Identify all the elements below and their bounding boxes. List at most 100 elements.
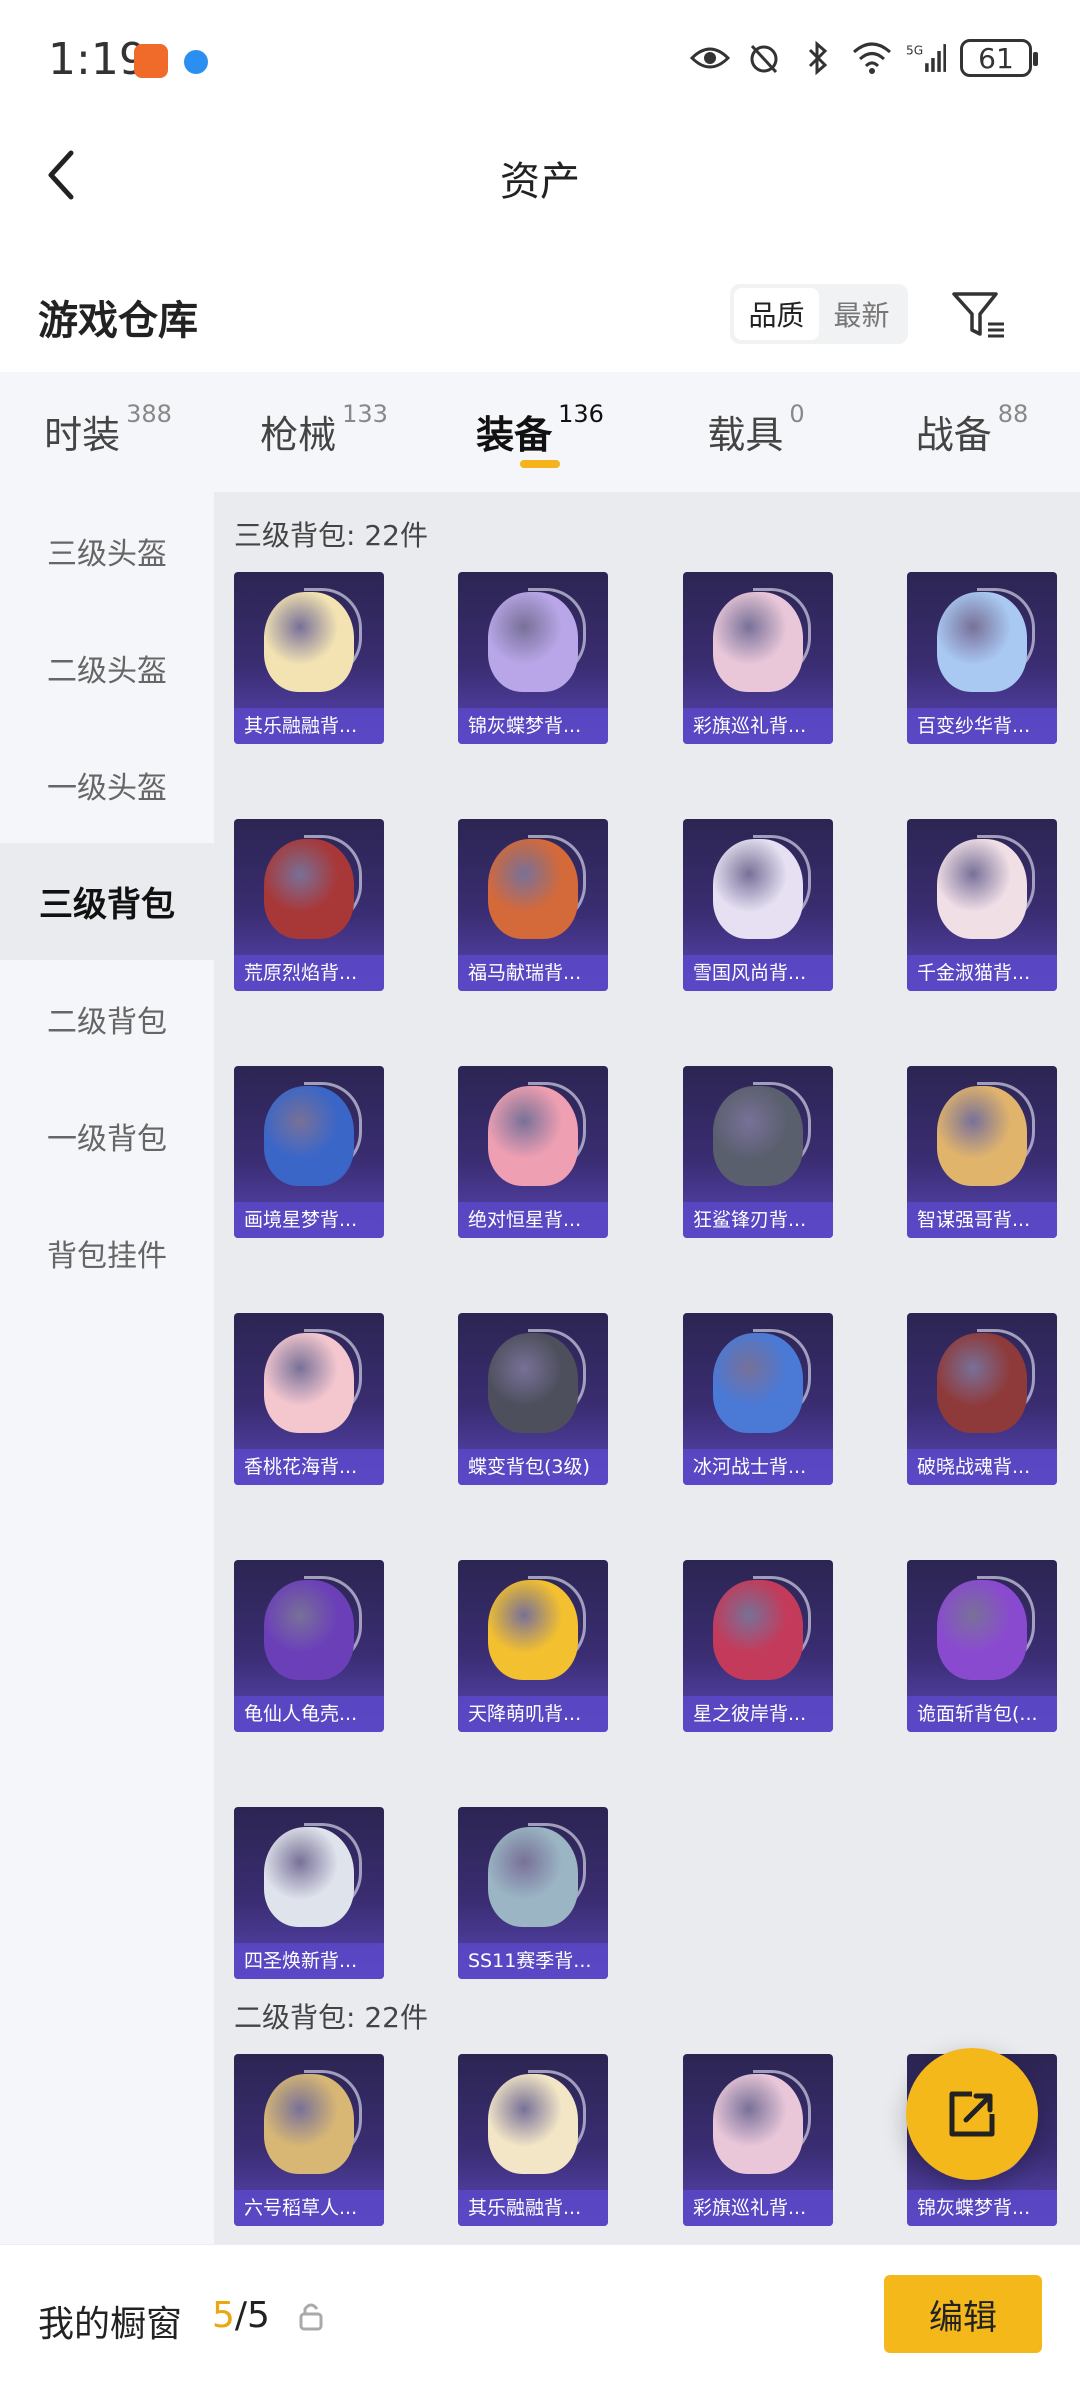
backpack-image <box>264 592 354 692</box>
item-name: 冰河战士背... <box>683 1449 833 1485</box>
item-card[interactable]: 龟仙人龟壳... <box>234 1560 384 1732</box>
item-card[interactable]: 彩旗巡礼背... <box>683 2054 833 2226</box>
tab-supplies[interactable]: 战备 88 <box>864 372 1080 492</box>
header: 资产 <box>0 125 1080 225</box>
category-tabs: 时装 388 枪械 133 装备 136 载具 0 战备 88 <box>0 372 1080 492</box>
item-name: 雪国风尚背... <box>683 955 833 991</box>
backpack-image <box>937 592 1027 692</box>
backpack-image <box>713 2074 803 2174</box>
item-name: 狂鲨锋刃背... <box>683 1202 833 1238</box>
tab-label: 战备 <box>915 413 992 457</box>
item-card[interactable]: 其乐融融背... <box>234 572 384 744</box>
sort-latest-button[interactable]: 最新 <box>819 288 904 340</box>
item-name: 千金淑猫背... <box>907 955 1057 991</box>
item-card[interactable]: 画境星梦背... <box>234 1066 384 1238</box>
item-card[interactable]: 其乐融融背... <box>458 2054 608 2226</box>
tab-count: 88 <box>997 400 1029 428</box>
backpack-image <box>713 1086 803 1186</box>
signal-5g-icon: 5G <box>906 38 946 78</box>
item-name: 星之彼岸背... <box>683 1696 833 1732</box>
item-card[interactable]: 彩旗巡礼背... <box>683 572 833 744</box>
section-heading: 二级背包: 22件 <box>234 2001 428 2034</box>
item-card[interactable]: 四圣焕新背... <box>234 1807 384 1979</box>
backpack-image <box>937 1333 1027 1433</box>
item-card[interactable]: 绝对恒星背... <box>458 1066 608 1238</box>
tab-active-indicator <box>520 460 560 468</box>
item-card[interactable]: 狂鲨锋刃背... <box>683 1066 833 1238</box>
tab-fashion[interactable]: 时装 388 <box>0 372 216 492</box>
item-card[interactable]: 破晓战魂背... <box>907 1313 1057 1485</box>
side-item-level1-backpack[interactable]: 一级背包 <box>0 1077 214 1194</box>
backpack-image <box>488 839 578 939</box>
item-card[interactable]: 智谋强哥背... <box>907 1066 1057 1238</box>
wifi-icon <box>852 38 892 78</box>
backpack-image <box>713 839 803 939</box>
tab-label: 时装 <box>44 413 121 457</box>
tab-firearms[interactable]: 枪械 133 <box>216 372 432 492</box>
backpack-image <box>713 1580 803 1680</box>
backpack-image <box>713 1333 803 1433</box>
item-name: 其乐融融背... <box>234 708 384 744</box>
item-card[interactable]: 千金淑猫背... <box>907 819 1057 991</box>
item-name: 百变纱华背... <box>907 708 1057 744</box>
status-bar: 1:19 5G 61 <box>0 0 1080 125</box>
status-icons: 5G 61 <box>690 38 1038 78</box>
app-notification-icon <box>134 44 168 78</box>
item-card[interactable]: 百变纱华背... <box>907 572 1057 744</box>
backpack-image <box>488 1827 578 1927</box>
backpack-image <box>264 2074 354 2174</box>
item-card[interactable]: 蝶变背包(3级) <box>458 1313 608 1485</box>
tab-count: 0 <box>789 400 805 428</box>
item-card[interactable]: 福马献瑞背... <box>458 819 608 991</box>
tab-count: 388 <box>126 400 172 428</box>
bottom-bar: 我的橱窗 5/5 编辑 <box>0 2244 1080 2381</box>
item-name: 诡面斩背包(... <box>907 1696 1057 1732</box>
backpack-image <box>264 1333 354 1433</box>
item-card[interactable]: 诡面斩背包(... <box>907 1560 1057 1732</box>
bluetooth-icon <box>798 38 838 78</box>
edit-button[interactable]: 编辑 <box>884 2275 1042 2353</box>
backpack-image <box>264 1086 354 1186</box>
item-card[interactable]: 六号稻草人... <box>234 2054 384 2226</box>
item-card[interactable]: 雪国风尚背... <box>683 819 833 991</box>
item-name: 锦灰蝶梦背... <box>907 2190 1057 2226</box>
showcase-count: 5/5 <box>212 2295 270 2336</box>
backpack-image <box>937 1086 1027 1186</box>
backpack-image <box>264 1827 354 1927</box>
item-card[interactable]: 荒原烈焰背... <box>234 819 384 991</box>
side-item-level2-backpack[interactable]: 二级背包 <box>0 960 214 1077</box>
side-item-level2-helmet[interactable]: 二级头盔 <box>0 609 214 726</box>
item-card[interactable]: 天降萌叽背... <box>458 1560 608 1732</box>
browser-notification-icon <box>184 50 208 74</box>
eye-icon <box>690 38 730 78</box>
share-icon <box>949 2091 995 2137</box>
share-button[interactable] <box>906 2048 1038 2180</box>
sort-quality-button[interactable]: 品质 <box>734 288 819 340</box>
item-card[interactable]: SS11赛季背... <box>458 1807 608 1979</box>
tab-label: 装备 <box>476 413 553 457</box>
showcase-total: /5 <box>234 2295 270 2336</box>
item-card[interactable]: 星之彼岸背... <box>683 1560 833 1732</box>
item-name: 绝对恒星背... <box>458 1202 608 1238</box>
item-card[interactable]: 香桃花海背... <box>234 1313 384 1485</box>
tab-vehicles[interactable]: 载具 0 <box>648 372 864 492</box>
tab-label: 枪械 <box>260 413 337 457</box>
warehouse-row: 游戏仓库 品质 最新 <box>0 268 1080 368</box>
item-name: 画境星梦背... <box>234 1202 384 1238</box>
side-item-level3-backpack[interactable]: 三级背包 <box>0 843 214 960</box>
backpack-image <box>264 1580 354 1680</box>
backpack-image <box>937 1580 1027 1680</box>
tab-count: 136 <box>558 400 604 428</box>
filter-button[interactable] <box>950 286 1008 344</box>
side-item-level3-helmet[interactable]: 三级头盔 <box>0 492 214 609</box>
status-time: 1:19 <box>48 34 147 85</box>
item-name: SS11赛季背... <box>458 1943 608 1979</box>
side-item-backpack-charm[interactable]: 背包挂件 <box>0 1194 214 1311</box>
item-grid: 三级背包: 22件 二级背包: 22件 其乐融融背... 锦灰蝶梦背... 彩旗巡礼… <box>214 492 1080 2244</box>
item-card[interactable]: 锦灰蝶梦背... <box>458 572 608 744</box>
side-item-level1-helmet[interactable]: 一级头盔 <box>0 726 214 843</box>
tab-equipment[interactable]: 装备 136 <box>432 372 648 492</box>
filter-icon <box>952 292 1004 338</box>
item-card[interactable]: 冰河战士背... <box>683 1313 833 1485</box>
item-name: 六号稻草人... <box>234 2190 384 2226</box>
